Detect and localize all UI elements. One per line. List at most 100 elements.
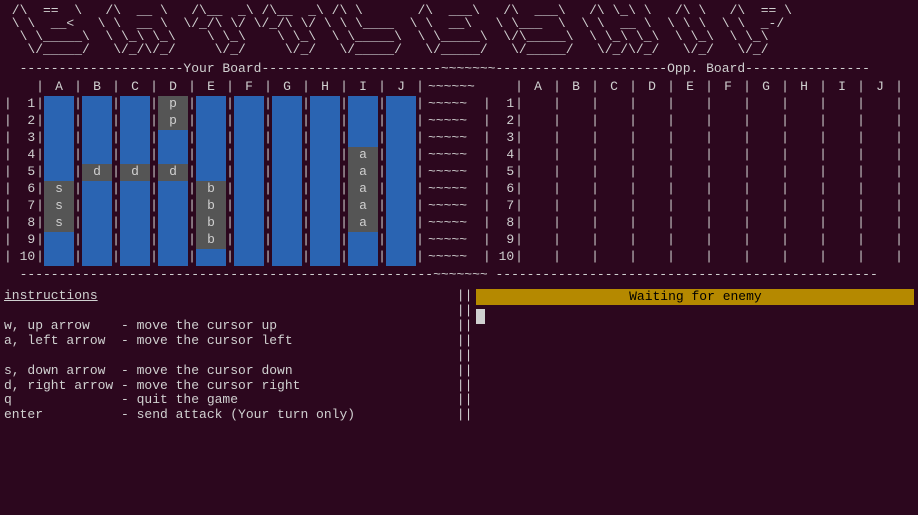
board-cell[interactable] bbox=[713, 130, 743, 147]
board-cell[interactable] bbox=[523, 147, 553, 164]
board-cell[interactable] bbox=[675, 96, 705, 113]
board-cell[interactable] bbox=[865, 215, 895, 232]
board-cell[interactable] bbox=[713, 198, 743, 215]
board-cell[interactable] bbox=[789, 198, 819, 215]
board-cell[interactable] bbox=[827, 96, 857, 113]
board-cell[interactable] bbox=[713, 232, 743, 249]
board-cell[interactable] bbox=[789, 130, 819, 147]
board-cell[interactable] bbox=[827, 130, 857, 147]
board-cell[interactable] bbox=[865, 130, 895, 147]
board-cell[interactable] bbox=[789, 113, 819, 130]
board-cell[interactable] bbox=[561, 198, 591, 215]
board-cell[interactable] bbox=[751, 113, 781, 130]
board-cell[interactable] bbox=[827, 198, 857, 215]
board-cell[interactable] bbox=[599, 215, 629, 232]
board-cell[interactable] bbox=[789, 215, 819, 232]
board-cell[interactable] bbox=[751, 130, 781, 147]
board-cell[interactable] bbox=[713, 164, 743, 181]
board-cell[interactable] bbox=[675, 181, 705, 198]
board-cell[interactable] bbox=[599, 164, 629, 181]
board-cell[interactable] bbox=[713, 215, 743, 232]
board-cell[interactable] bbox=[523, 198, 553, 215]
board-cell[interactable] bbox=[637, 215, 667, 232]
board-cell[interactable] bbox=[865, 198, 895, 215]
board-cell[interactable] bbox=[599, 249, 629, 266]
board-cell[interactable] bbox=[675, 249, 705, 266]
board-cell[interactable] bbox=[599, 147, 629, 164]
board-cell[interactable] bbox=[637, 113, 667, 130]
board-cell[interactable] bbox=[865, 96, 895, 113]
board-cell[interactable] bbox=[713, 96, 743, 113]
board-cell[interactable] bbox=[637, 147, 667, 164]
board-cell[interactable] bbox=[827, 232, 857, 249]
board-cell[interactable] bbox=[523, 130, 553, 147]
board-cell[interactable] bbox=[789, 96, 819, 113]
board-cell[interactable] bbox=[637, 181, 667, 198]
board-cell[interactable] bbox=[865, 113, 895, 130]
board-cell[interactable] bbox=[751, 249, 781, 266]
board-cell[interactable] bbox=[523, 249, 553, 266]
board-cell[interactable] bbox=[561, 164, 591, 181]
board-cell[interactable] bbox=[637, 232, 667, 249]
board-cell[interactable] bbox=[865, 181, 895, 198]
board-cell[interactable] bbox=[865, 164, 895, 181]
board-cell[interactable] bbox=[637, 130, 667, 147]
board-cell[interactable] bbox=[637, 198, 667, 215]
board-cell[interactable] bbox=[827, 113, 857, 130]
board-cell[interactable] bbox=[637, 96, 667, 113]
board-cell[interactable] bbox=[561, 215, 591, 232]
board-cell[interactable] bbox=[675, 113, 705, 130]
board-cell[interactable] bbox=[789, 232, 819, 249]
board-cell[interactable] bbox=[713, 181, 743, 198]
board-cell[interactable] bbox=[827, 181, 857, 198]
board-cell[interactable] bbox=[751, 232, 781, 249]
board-cell[interactable] bbox=[599, 181, 629, 198]
board-cell[interactable] bbox=[827, 164, 857, 181]
board-cell[interactable] bbox=[599, 130, 629, 147]
board-cell[interactable] bbox=[561, 113, 591, 130]
board-cell[interactable] bbox=[523, 215, 553, 232]
board-cell[interactable] bbox=[751, 164, 781, 181]
board-cell[interactable] bbox=[789, 181, 819, 198]
board-cell[interactable] bbox=[523, 232, 553, 249]
board-cell[interactable] bbox=[637, 164, 667, 181]
board-cell[interactable] bbox=[675, 164, 705, 181]
board-cell[interactable] bbox=[751, 96, 781, 113]
board-cell[interactable] bbox=[599, 113, 629, 130]
board-cell[interactable] bbox=[599, 96, 629, 113]
board-cell[interactable] bbox=[675, 147, 705, 164]
opponent-board[interactable]: |A|B|C|D|E|F|G|H|I|J|| 1|||||||||||| 2||… bbox=[483, 79, 903, 266]
input-cursor[interactable] bbox=[476, 305, 914, 329]
board-cell[interactable] bbox=[523, 181, 553, 198]
board-cell[interactable] bbox=[713, 113, 743, 130]
board-cell[interactable] bbox=[561, 96, 591, 113]
board-cell[interactable] bbox=[523, 96, 553, 113]
board-cell[interactable] bbox=[637, 249, 667, 266]
board-cell[interactable] bbox=[827, 147, 857, 164]
board-cell[interactable] bbox=[789, 164, 819, 181]
board-cell[interactable] bbox=[827, 249, 857, 266]
board-cell[interactable] bbox=[599, 232, 629, 249]
board-cell[interactable] bbox=[675, 130, 705, 147]
board-cell[interactable] bbox=[561, 147, 591, 164]
board-cell[interactable] bbox=[713, 147, 743, 164]
board-cell[interactable] bbox=[523, 164, 553, 181]
board-cell[interactable] bbox=[561, 130, 591, 147]
board-cell[interactable] bbox=[561, 232, 591, 249]
board-cell[interactable] bbox=[599, 198, 629, 215]
board-cell[interactable] bbox=[827, 215, 857, 232]
board-cell[interactable] bbox=[865, 232, 895, 249]
board-cell[interactable] bbox=[675, 198, 705, 215]
your-board[interactable]: |A|B|C|D|E|F|G|H|I|J|~~~~~~| 1||||p|||||… bbox=[4, 79, 483, 266]
board-cell[interactable] bbox=[561, 181, 591, 198]
board-cell[interactable] bbox=[865, 249, 895, 266]
board-cell[interactable] bbox=[751, 181, 781, 198]
board-cell[interactable] bbox=[751, 147, 781, 164]
board-cell[interactable] bbox=[751, 215, 781, 232]
board-cell[interactable] bbox=[865, 147, 895, 164]
board-cell[interactable] bbox=[751, 198, 781, 215]
board-cell[interactable] bbox=[789, 147, 819, 164]
board-cell[interactable] bbox=[675, 215, 705, 232]
board-cell[interactable] bbox=[789, 249, 819, 266]
board-cell[interactable] bbox=[523, 113, 553, 130]
